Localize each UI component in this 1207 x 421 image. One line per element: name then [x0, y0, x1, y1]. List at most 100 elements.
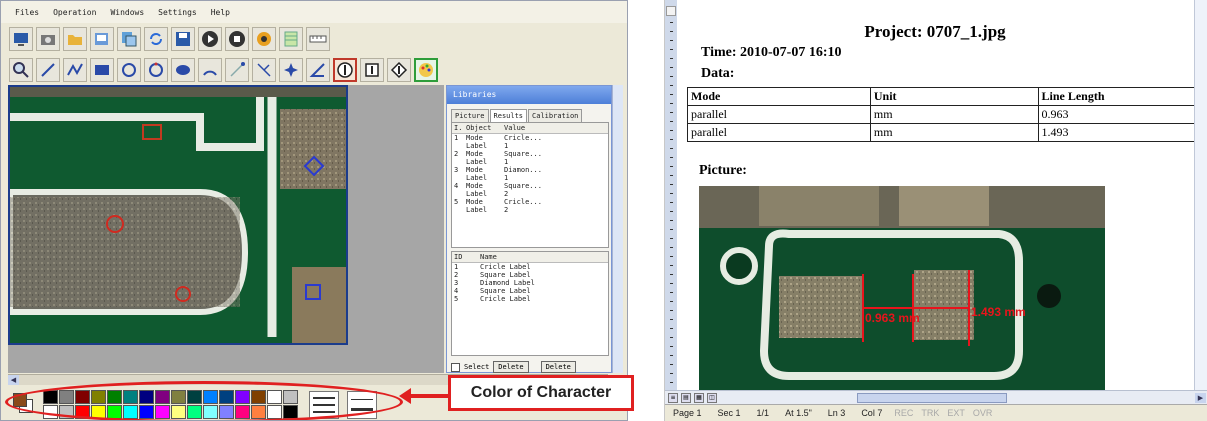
- scale-button[interactable]: [279, 27, 303, 51]
- image-canvas[interactable]: [8, 85, 348, 345]
- label-name-row[interactable]: 3 Diamond Label: [452, 279, 608, 287]
- image-button[interactable]: [90, 27, 114, 51]
- delete-all-button[interactable]: Delete: [540, 361, 576, 373]
- ruler-tab-selector[interactable]: [666, 6, 676, 16]
- stop-button[interactable]: [225, 27, 249, 51]
- menu-settings[interactable]: Settings: [158, 8, 197, 17]
- label-circle-tool[interactable]: [333, 58, 357, 82]
- results-cell: Diamon...: [504, 166, 542, 174]
- document-vertical-scrollbar[interactable]: [1194, 0, 1207, 390]
- table-header-row: Mode Unit Line Length: [687, 87, 1196, 106]
- capture-button[interactable]: [36, 27, 60, 51]
- polyline-tool[interactable]: [63, 58, 87, 82]
- label-diamond-tool[interactable]: [387, 58, 411, 82]
- ruler-tick: [670, 337, 673, 338]
- open-folder-button[interactable]: [63, 27, 87, 51]
- results-list[interactable]: I. Object Value 1 Mode Cricle... Label 1 2 Mod…: [451, 122, 609, 248]
- label-name-row[interactable]: 5 Cricle Label: [452, 295, 608, 303]
- status-ext[interactable]: EXT: [943, 408, 969, 418]
- menu-help[interactable]: Help: [211, 8, 230, 17]
- results-cell: Mode: [466, 198, 483, 206]
- status-rec[interactable]: REC: [890, 408, 917, 418]
- tab-results[interactable]: Results: [489, 109, 528, 122]
- ruler-button[interactable]: [306, 27, 330, 51]
- document-page[interactable]: Project: 0707_1.jpg Time: 2010-07-07 16:…: [679, 0, 1196, 392]
- menu-operation[interactable]: Operation: [53, 8, 96, 17]
- results-row[interactable]: Label 1: [452, 142, 608, 150]
- line-tool[interactable]: [36, 58, 60, 82]
- libraries-scrollbar[interactable]: [612, 85, 623, 373]
- document-horizontal-scrollbar[interactable]: ≡ ▤ ▦ ◫ ▶: [665, 390, 1207, 404]
- tab-picture[interactable]: Picture: [451, 109, 489, 122]
- ruler-tick: [670, 238, 673, 239]
- rectangle-tool[interactable]: [90, 58, 114, 82]
- results-row[interactable]: 4 Mode Square...: [452, 182, 608, 190]
- results-cell: [454, 206, 466, 214]
- status-bar: Page 1 Sec 1 1/1 At 1.5" Ln 3 Col 7 REC …: [665, 404, 1207, 421]
- settings-button[interactable]: [252, 27, 276, 51]
- measure-toolbar: [9, 56, 438, 84]
- results-cell: 1: [454, 134, 459, 142]
- header-value: Value: [504, 124, 526, 132]
- refresh-button[interactable]: [144, 27, 168, 51]
- status-trk[interactable]: TRK: [917, 408, 943, 418]
- results-row[interactable]: 3 Mode Diamon...: [452, 166, 608, 174]
- play-button[interactable]: [198, 27, 222, 51]
- label-names-list[interactable]: ID Name 1 Cricle Label 2 Square Label 3 Diamo…: [451, 251, 609, 356]
- label-name-cell: Cricle Label: [480, 263, 531, 271]
- label-name-row[interactable]: 1 Cricle Label: [452, 263, 608, 271]
- outline-view-icon[interactable]: ◫: [707, 392, 717, 403]
- web-view-icon[interactable]: ▤: [681, 392, 691, 403]
- menu-windows[interactable]: Windows: [110, 8, 144, 17]
- ruler-icon: [309, 35, 327, 43]
- circle-tool[interactable]: [117, 58, 141, 82]
- results-cell: Label: [466, 142, 488, 150]
- results-cell: 1: [504, 158, 509, 166]
- ruler-tick: [670, 40, 673, 41]
- col-line-length: Line Length: [1037, 87, 1196, 106]
- arc-tool[interactable]: [198, 58, 222, 82]
- label-square-tool[interactable]: [360, 58, 384, 82]
- normal-view-icon[interactable]: ≡: [668, 392, 678, 403]
- delete-button[interactable]: Delete: [493, 361, 529, 373]
- results-row[interactable]: Label 1: [452, 174, 608, 182]
- perpendicular-tool[interactable]: [252, 58, 276, 82]
- ruler-tick: [670, 382, 673, 383]
- print-view-icon[interactable]: ▦: [694, 392, 704, 403]
- tab-calibration[interactable]: Calibration: [528, 109, 583, 122]
- results-cell: 2: [504, 206, 509, 214]
- scroll-left-arrow[interactable]: ◀: [8, 375, 19, 385]
- duplicate-button[interactable]: [117, 27, 141, 51]
- label-name-row[interactable]: 2 Square Label: [452, 271, 608, 279]
- label-name-row[interactable]: 4 Square Label: [452, 287, 608, 295]
- label-name-cell: 3: [454, 279, 459, 287]
- report-time: Time: 2010-07-07 16:10: [701, 45, 842, 60]
- results-row[interactable]: Label 2: [452, 190, 608, 198]
- status-ovr[interactable]: OVR: [969, 408, 997, 418]
- results-cell: 4: [454, 182, 459, 190]
- ellipse-tool[interactable]: [171, 58, 195, 82]
- col-unit: Unit: [869, 87, 1039, 106]
- color-picker-tool[interactable]: [414, 58, 438, 82]
- results-row[interactable]: Label 2: [452, 206, 608, 214]
- zoom-tool[interactable]: [9, 58, 33, 82]
- cross-tool[interactable]: [279, 58, 303, 82]
- scroll-right-arrow[interactable]: ▶: [1195, 392, 1206, 403]
- results-row[interactable]: 5 Mode Cricle...: [452, 198, 608, 206]
- results-row[interactable]: Label 1: [452, 158, 608, 166]
- monitor-button[interactable]: [9, 27, 33, 51]
- results-cell: Mode: [466, 182, 483, 190]
- angle-tool[interactable]: [306, 58, 330, 82]
- circle-3pt-tool[interactable]: [144, 58, 168, 82]
- save-button[interactable]: [171, 27, 195, 51]
- ruler-tick: [670, 22, 673, 23]
- header-id: ID: [454, 253, 463, 261]
- angle-icon: [309, 63, 325, 77]
- menu-files[interactable]: Files: [15, 8, 39, 17]
- point-line-tool[interactable]: [225, 58, 249, 82]
- results-row[interactable]: 1 Mode Cricle...: [452, 134, 608, 142]
- results-row[interactable]: 2 Mode Square...: [452, 150, 608, 158]
- select-checkbox[interactable]: [451, 362, 460, 372]
- scroll-thumb[interactable]: [857, 392, 1007, 403]
- ruler-tick: [670, 328, 673, 329]
